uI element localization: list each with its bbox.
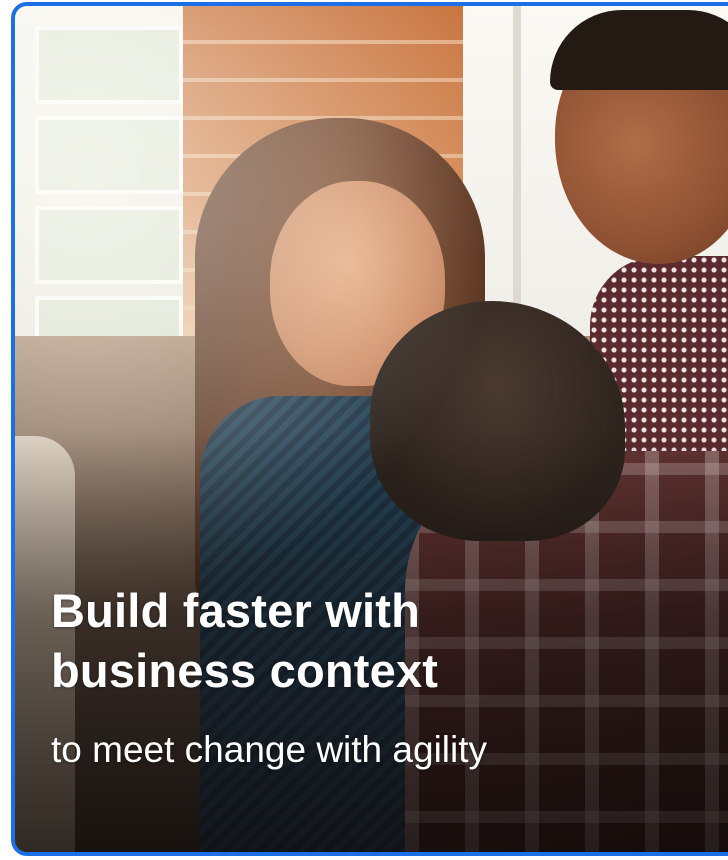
headline-line-1: Build faster with [51, 584, 420, 637]
card-subheadline: to meet change with agility [51, 729, 488, 770]
headline-line-2: business context [51, 644, 439, 697]
card-headline: Build faster with business context [51, 581, 691, 701]
promo-card[interactable]: Build faster with business context to me… [11, 2, 728, 856]
card-text: Build faster with business context to me… [51, 581, 691, 773]
